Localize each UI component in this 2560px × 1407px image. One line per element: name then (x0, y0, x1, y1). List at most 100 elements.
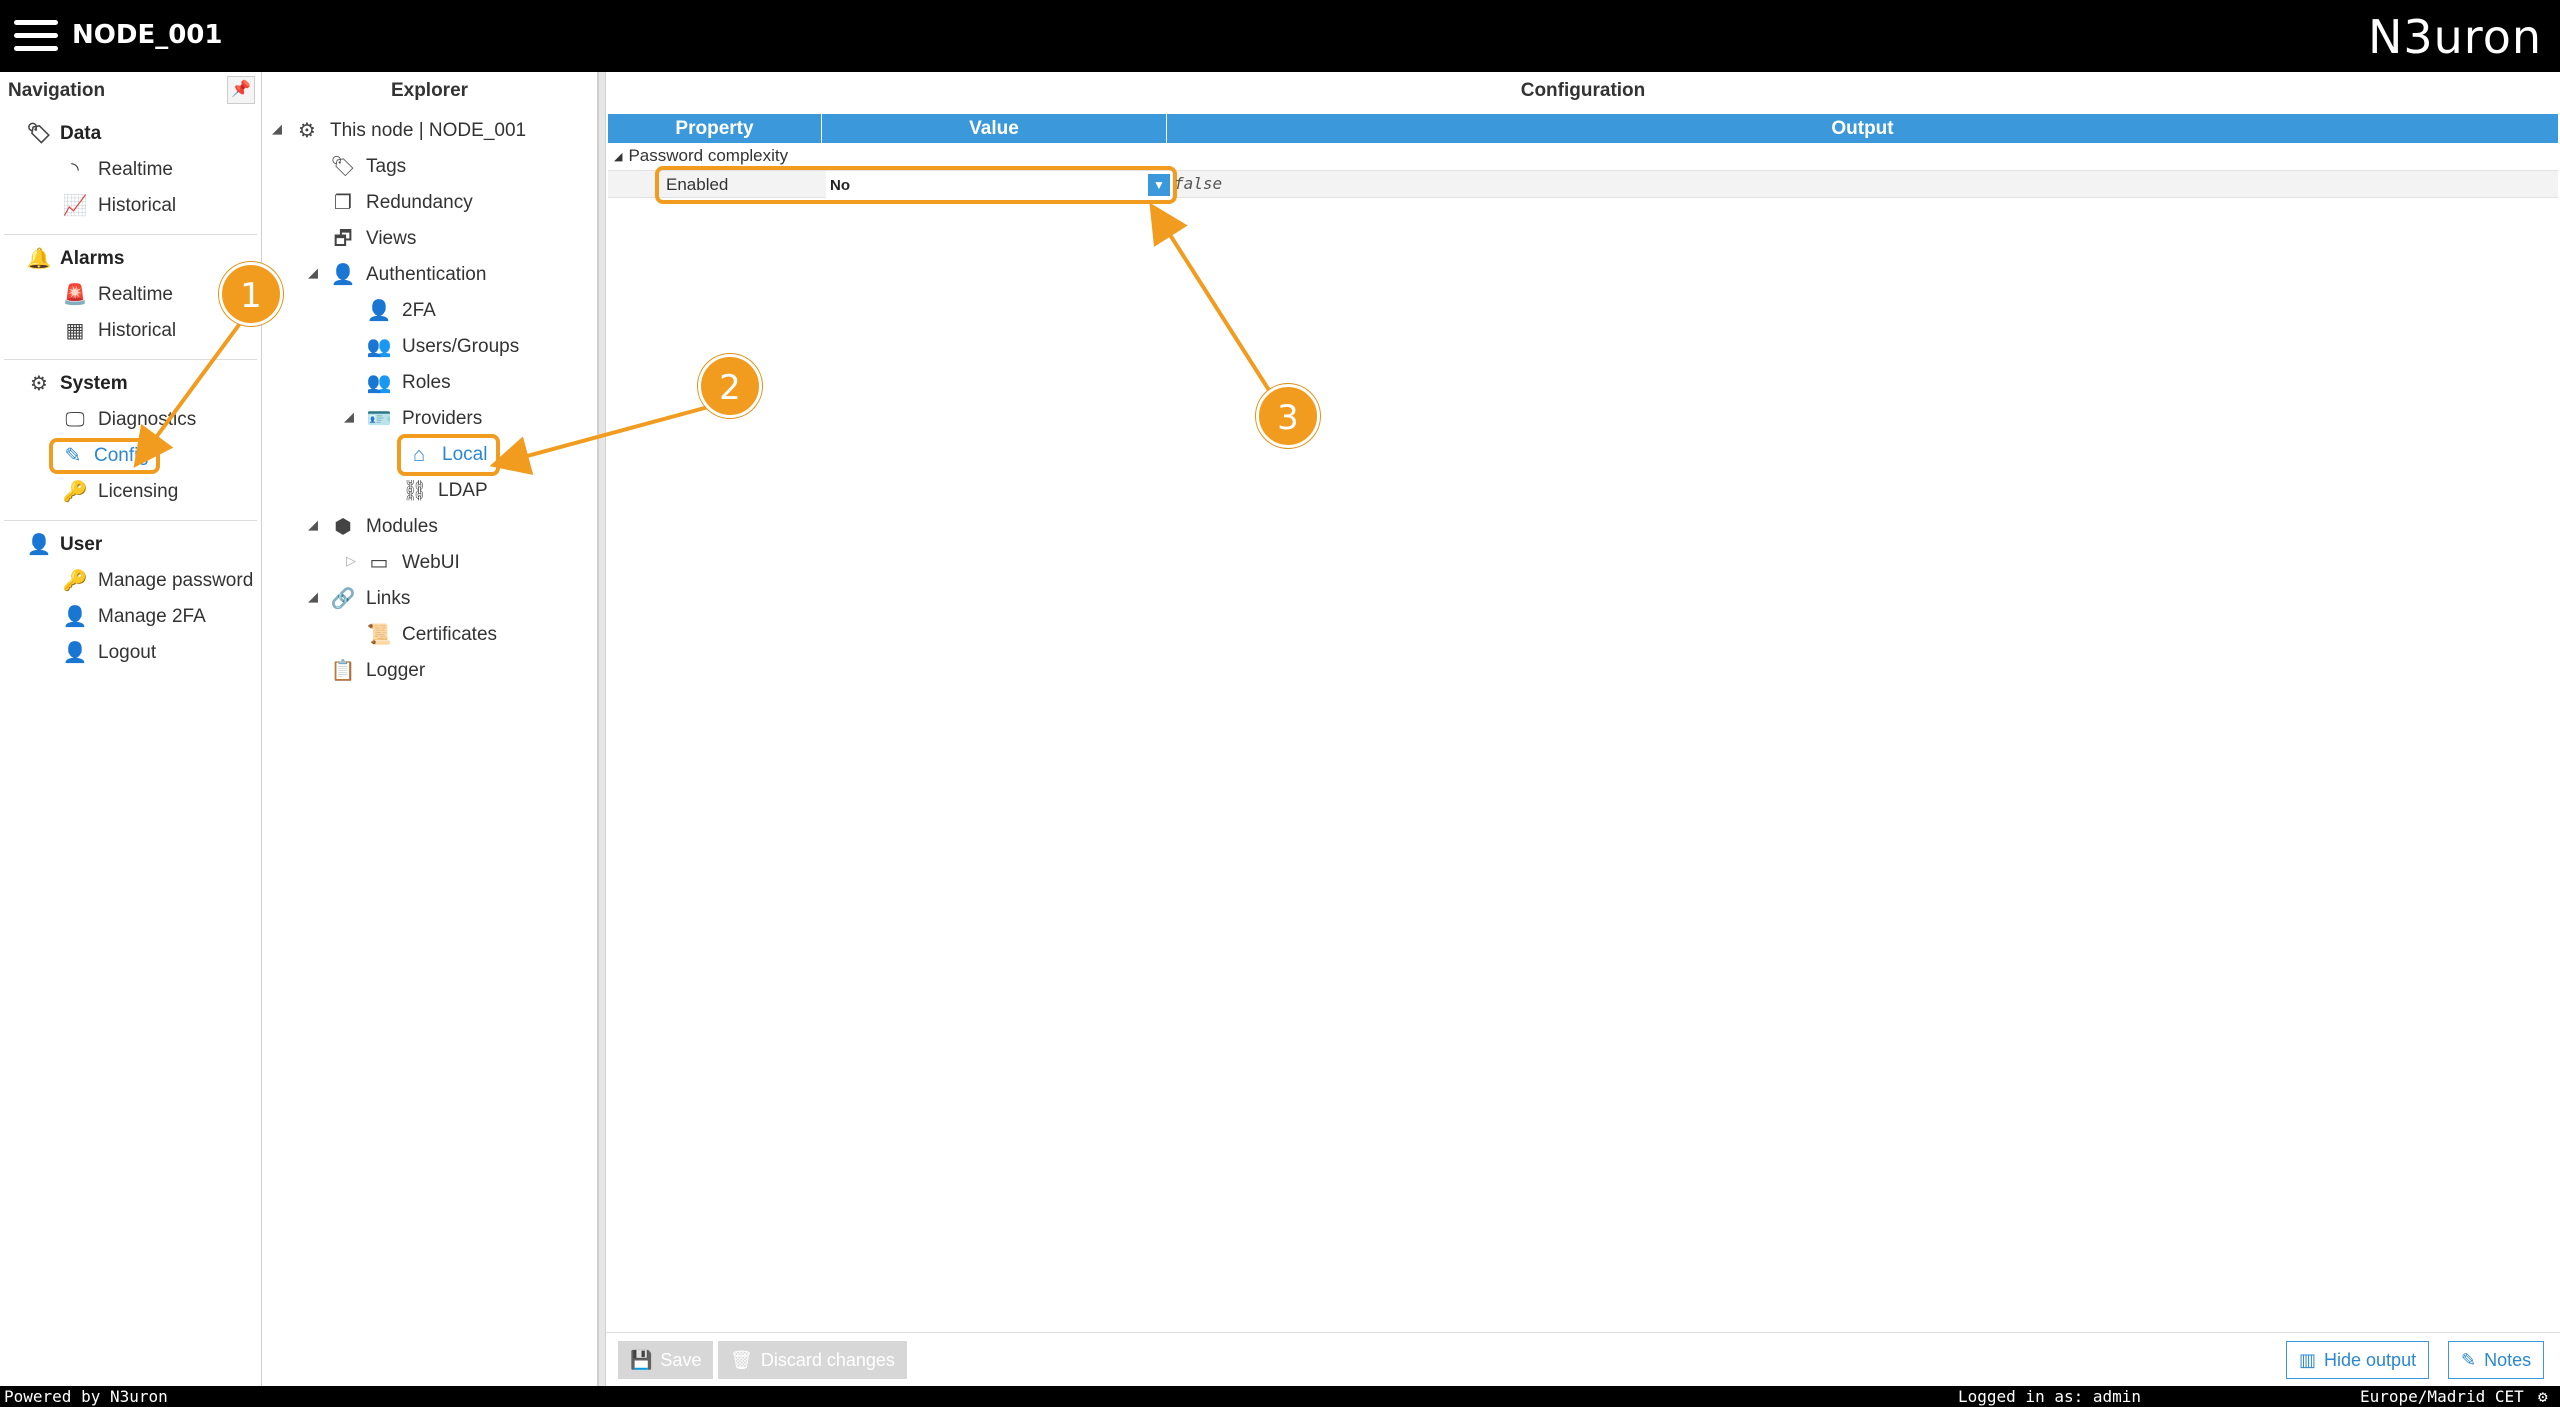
tree-item-authentication[interactable]: 👤 Authentication (330, 257, 487, 293)
nav-item-logout[interactable]: 👤 Logout (4, 635, 257, 671)
tree-label: Links (366, 588, 411, 609)
nav-item-licensing[interactable]: 🔑 Licensing (4, 474, 257, 510)
tree-label: Redundancy (366, 192, 473, 213)
category-password-complexity[interactable]: ◢ Password complexity (614, 146, 788, 166)
collapse-arrow-icon[interactable]: ◢ (308, 589, 318, 605)
nav-item-label: Licensing (98, 481, 179, 502)
menu-icon[interactable] (14, 20, 58, 52)
tree-item-roles[interactable]: 👥 Roles (366, 365, 451, 401)
callout-badge-3: 3 (1256, 384, 1320, 448)
discard-changes-button[interactable]: 🗑 Discard changes (718, 1341, 907, 1379)
column-value: Value (822, 114, 1167, 143)
nav-item-label: Manage password (98, 570, 254, 591)
table-icon: ▦ (65, 320, 85, 342)
nav-item-data-realtime[interactable]: ◝ Realtime (4, 152, 257, 188)
group-label: System (60, 373, 128, 394)
tree-label: Users/Groups (402, 336, 520, 357)
button-label: Hide output (2324, 1349, 2417, 1370)
selected-value: No (830, 176, 850, 194)
user-roles-icon: 👥 (366, 372, 392, 394)
tree-item-ldap[interactable]: ⛓ LDAP (402, 473, 488, 509)
certificate-icon: 📜 (366, 624, 392, 646)
logged-in-user: Logged in as: admin (1958, 1387, 2142, 1406)
nav-item-manage-2fa[interactable]: 👤 Manage 2FA (4, 599, 257, 635)
navigation-header: Navigation 📌 (0, 72, 261, 110)
nav-item-label: Config (94, 445, 149, 466)
tree-item-links[interactable]: 🔗 Links (330, 581, 411, 617)
users-icon: 👥 (366, 336, 392, 358)
column-output: Output (1831, 118, 1894, 139)
tree-item-root[interactable]: ⚙ This node | NODE_001 (294, 113, 526, 149)
nav-group-title: 🏷 Data (4, 116, 257, 152)
tree-label: This node | NODE_001 (330, 120, 527, 141)
tree-label: LDAP (438, 480, 488, 501)
monitor-icon: 🖵 (65, 409, 85, 431)
property-row-enabled: Enabled No ▼ false (608, 166, 2558, 204)
node-title: NODE_001 (72, 20, 223, 50)
gears-icon: ⚙ (298, 120, 316, 142)
button-label: Discard changes (760, 1349, 895, 1370)
settings-gear-icon[interactable]: ⚙ (2538, 1387, 2548, 1406)
tree-item-redundancy[interactable]: ❐ Redundancy (330, 185, 473, 221)
sitemap-icon: ⛓ (402, 480, 428, 502)
save-button[interactable]: 💾 Save (618, 1341, 714, 1379)
nav-item-alarms-historical[interactable]: ▦ Historical (4, 313, 257, 349)
tree-item-providers[interactable]: 🪪 Providers (366, 401, 483, 437)
tree-item-tags[interactable]: 🏷 Tags (330, 149, 406, 185)
nav-item-manage-password[interactable]: 🔑 Manage password (4, 563, 257, 599)
columns-icon: ▥ (2299, 1349, 2317, 1370)
nav-item-config[interactable]: ✎ Config (4, 438, 257, 474)
user-icon: 👤 (26, 534, 52, 556)
collapse-arrow-icon[interactable]: ◢ (272, 121, 282, 137)
enabled-select[interactable]: No ▼ (826, 171, 1172, 199)
tree-item-certificates[interactable]: 📜 Certificates (366, 617, 497, 653)
config-highlight: ✎ Config (49, 438, 160, 474)
navigation-title: Navigation (8, 80, 106, 101)
window-icon: ▭ (369, 552, 389, 574)
brand-logo: N3uron (2367, 10, 2542, 64)
gear-icon: ⚙ (30, 373, 48, 395)
tree-label: 2FA (402, 300, 436, 321)
tree-item-webui[interactable]: ▭ WebUI (366, 545, 460, 581)
timezone: Europe/Madrid CET (2360, 1387, 2524, 1406)
nav-item-label: Logout (98, 642, 157, 663)
user-check-icon: 👤 (330, 264, 356, 286)
notes-button[interactable]: ✎ Notes (2448, 1341, 2545, 1379)
tree-label: Logger (366, 660, 426, 681)
tree-item-2fa[interactable]: 👤 2FA (366, 293, 436, 329)
nav-item-diagnostics[interactable]: 🖵 Diagnostics (4, 402, 257, 438)
tree-label: Roles (402, 372, 451, 393)
property-grid-header: Property Value Output (608, 114, 2558, 143)
explorer-title: Explorer (390, 80, 469, 101)
tree-label: Certificates (402, 624, 498, 645)
dropdown-arrow-icon[interactable]: ▼ (1148, 174, 1170, 196)
trash-icon: 🗑 (730, 1349, 753, 1370)
collapse-arrow-icon[interactable]: ◢ (344, 409, 354, 425)
tree-label: Tags (366, 156, 407, 177)
tree-item-logger[interactable]: 📋 Logger (330, 653, 426, 689)
expand-arrow-icon[interactable]: ▷ (346, 553, 356, 569)
nav-item-label: Diagnostics (98, 409, 197, 430)
callout-badge-2: 2 (698, 354, 762, 418)
hide-output-button[interactable]: ▥ Hide output (2286, 1341, 2430, 1379)
collapse-arrow-icon[interactable]: ◢ (308, 265, 318, 281)
tree-item-users-groups[interactable]: 👥 Users/Groups (366, 329, 520, 365)
nav-item-label: Realtime (98, 284, 173, 305)
tree-item-views[interactable]: 🗗 Views (330, 221, 417, 257)
tree-item-modules[interactable]: ⬢ Modules (330, 509, 438, 545)
home-icon: ⌂ (412, 444, 426, 466)
cubes-icon: ⬢ (334, 516, 352, 538)
copy-icon: ❐ (334, 192, 352, 214)
collapse-arrow-icon[interactable]: ◢ (308, 517, 318, 533)
key-icon: 🔑 (62, 570, 88, 592)
key-icon: 🔑 (62, 481, 88, 503)
line-chart-icon: 📈 (62, 195, 88, 217)
configuration-panel: Configuration Property Value Output ◢ Pa… (606, 72, 2560, 1386)
nav-item-data-historical[interactable]: 📈 Historical (4, 188, 257, 224)
tree-label: Authentication (366, 264, 487, 285)
panel-splitter[interactable] (598, 72, 606, 1386)
pin-icon[interactable]: 📌 (227, 76, 255, 104)
tree-item-local[interactable]: ⌂ Local (396, 434, 501, 476)
edit-icon: ✎ (64, 445, 82, 467)
top-bar: NODE_001 N3uron (0, 0, 2560, 72)
